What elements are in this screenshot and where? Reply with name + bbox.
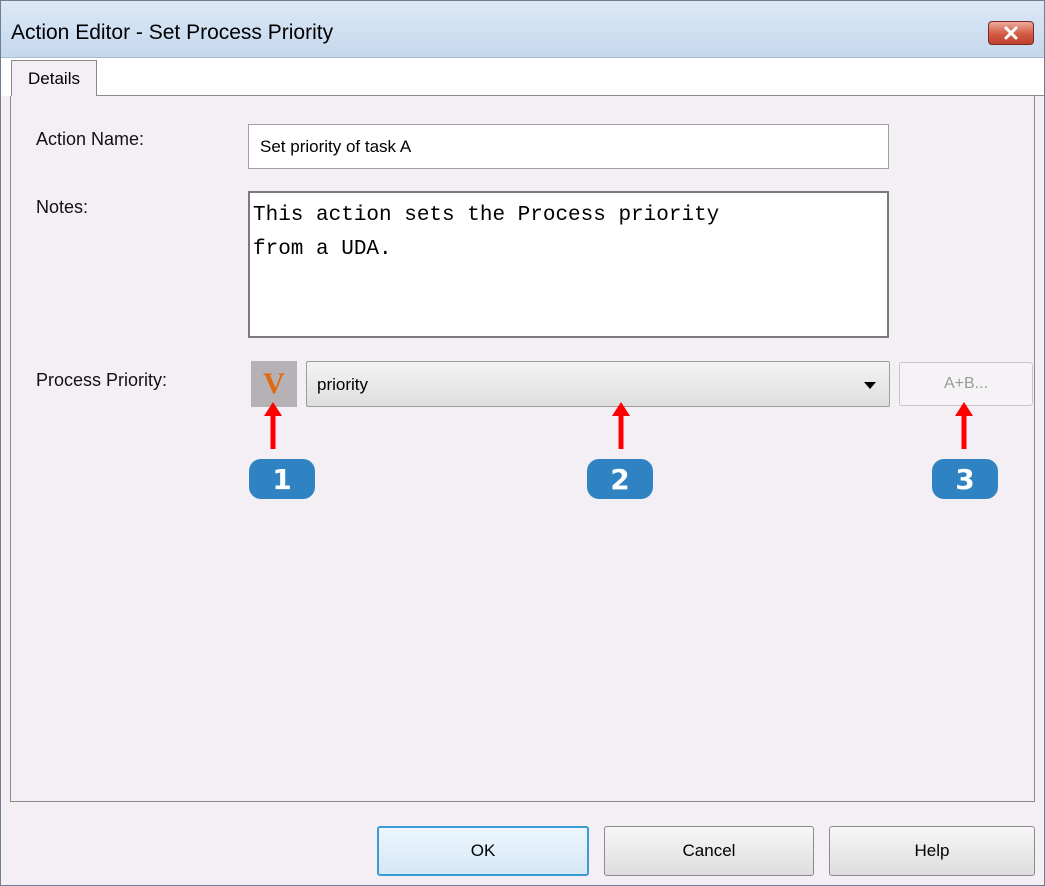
close-button[interactable] (988, 21, 1034, 45)
arrow-up-icon (612, 402, 630, 449)
tab-bar: Details (1, 58, 1044, 96)
cancel-button[interactable]: Cancel (604, 826, 814, 876)
callout-badge: 2 (587, 459, 653, 499)
arrow-up-icon (955, 402, 973, 449)
ok-button[interactable]: OK (377, 826, 589, 876)
variable-icon: V (263, 367, 285, 400)
arrow-up-icon (264, 402, 282, 449)
priority-dropdown[interactable]: priority (306, 361, 890, 407)
callout-badge: 1 (249, 459, 315, 499)
notes-textarea[interactable]: This action sets the Process priority fr… (248, 191, 889, 338)
process-priority-label: Process Priority: (36, 370, 168, 390)
title-bar[interactable]: Action Editor - Set Process Priority (1, 1, 1044, 58)
close-icon (1004, 26, 1018, 40)
window-title: Action Editor - Set Process Priority (11, 21, 334, 44)
tab-details[interactable]: Details (11, 60, 97, 96)
action-name-label: Action Name: (36, 129, 145, 149)
action-name-input[interactable]: Set priority of task A (248, 124, 889, 169)
chevron-down-icon (864, 382, 876, 389)
notes-label: Notes: (36, 197, 89, 217)
priority-dropdown-value: priority (317, 375, 369, 394)
help-button[interactable]: Help (829, 826, 1035, 876)
callout-badge: 3 (932, 459, 998, 499)
action-editor-dialog: Action Editor - Set Process Priority Det… (0, 0, 1045, 886)
